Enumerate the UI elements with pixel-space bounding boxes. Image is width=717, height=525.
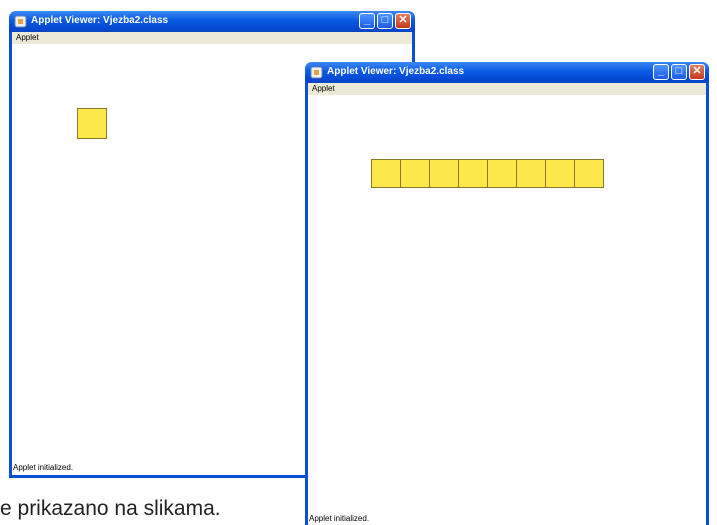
yellow-square — [429, 159, 459, 188]
title-bar[interactable]: Applet Viewer: Vjezba2.class _ □ ✕ — [9, 11, 415, 32]
minimize-button[interactable]: _ — [359, 13, 375, 29]
java-applet-icon — [310, 66, 323, 79]
yellow-square — [77, 108, 107, 139]
yellow-square — [574, 159, 604, 188]
yellow-square — [458, 159, 488, 188]
menu-applet[interactable]: Applet — [16, 32, 39, 44]
close-button[interactable]: ✕ — [689, 64, 705, 80]
status-text: Applet initialized. — [13, 463, 74, 472]
maximize-button[interactable]: □ — [377, 13, 393, 29]
menu-applet[interactable]: Applet — [312, 83, 335, 95]
close-button[interactable]: ✕ — [395, 13, 411, 29]
minimize-button[interactable]: _ — [653, 64, 669, 80]
menu-bar: Applet — [12, 32, 412, 44]
applet-viewer-window-right: Applet Viewer: Vjezba2.class _ □ ✕ Apple… — [305, 62, 709, 525]
yellow-square — [400, 159, 430, 188]
yellow-square — [516, 159, 546, 188]
yellow-square — [487, 159, 517, 188]
window-title: Applet Viewer: Vjezba2.class — [31, 15, 169, 26]
window-title: Applet Viewer: Vjezba2.class — [327, 66, 465, 77]
applet-canvas — [308, 95, 706, 525]
status-text: Applet initialized. — [309, 514, 370, 523]
title-bar[interactable]: Applet Viewer: Vjezba2.class _ □ ✕ — [305, 62, 709, 83]
menu-bar: Applet — [308, 83, 706, 95]
java-applet-icon — [14, 15, 27, 28]
yellow-square — [371, 159, 401, 188]
document-caption: e prikazano na slikama. — [0, 497, 221, 520]
maximize-button[interactable]: □ — [671, 64, 687, 80]
yellow-square — [545, 159, 575, 188]
